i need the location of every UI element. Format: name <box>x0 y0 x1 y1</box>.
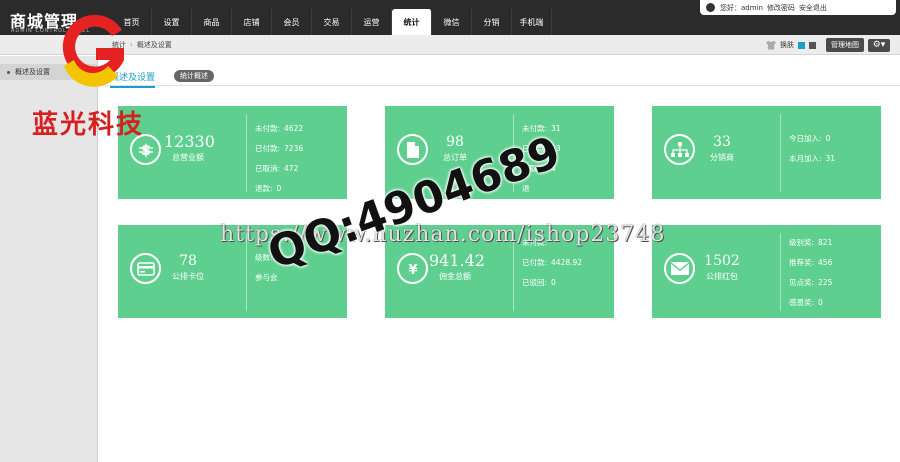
nav-item[interactable]: 设置 <box>152 9 192 35</box>
user-greeting: 您好：admin <box>720 3 763 12</box>
nav-item[interactable]: 微信 <box>432 9 472 35</box>
stat-value: 4428.92 <box>551 258 583 267</box>
brand-logo-text: 蓝光科技 <box>32 110 145 140</box>
money-icon: ¥ <box>397 253 428 284</box>
stat-row: 退款: 0 <box>255 179 303 199</box>
sub-bar: 统计 › 概述及设置 换肤 管理地图 ⚙▾ <box>0 35 900 55</box>
skin-swatch-blue[interactable] <box>798 41 805 49</box>
card-stats: 级别奖: 821 推荐奖: 456 见点奖: 225 感恩奖: 0 <box>789 233 832 313</box>
stat-value: 31 <box>825 154 836 163</box>
card-label: 总营业额 <box>172 153 204 162</box>
stat-value: 225 <box>818 278 833 287</box>
breadcrumb-item: 概述及设置 <box>136 41 172 49</box>
sitemap-button[interactable]: 管理地图 <box>826 38 864 52</box>
org-chart-icon <box>664 134 695 165</box>
card-divider <box>246 114 247 192</box>
card-value: 941.42 <box>429 251 485 270</box>
stat-key: 见点奖: <box>789 278 815 287</box>
card-divider <box>780 114 781 192</box>
stat-row: 感恩奖: 0 <box>789 293 832 313</box>
card-value: 1502 <box>704 253 740 269</box>
settings-button[interactable]: ⚙▾ <box>868 38 890 52</box>
stat-value: 4622 <box>284 124 304 133</box>
stat-row: 已付款: 7236 <box>255 139 303 159</box>
stat-row: 已驳回: 0 <box>522 273 582 293</box>
stat-row: 推荐奖: 456 <box>789 253 832 273</box>
stat-row: 今日加入: 0 <box>789 129 835 149</box>
stat-value: 7236 <box>284 144 304 153</box>
stat-row: 见点奖: 225 <box>789 273 832 293</box>
document-icon <box>397 134 428 165</box>
stat-key: 已付款: <box>255 144 281 153</box>
nav-item[interactable]: 运营 <box>352 9 392 35</box>
stat-value: 456 <box>818 258 833 267</box>
nav-item[interactable]: 店铺 <box>232 9 272 35</box>
stat-row: 未付款: 4622 <box>255 119 303 139</box>
card-divider <box>780 233 781 311</box>
stat-value: 821 <box>818 238 833 247</box>
nav-item[interactable]: 统计 <box>392 9 432 35</box>
card-value: 12330 <box>164 132 215 151</box>
card-stats: 今日加入: 0 本月加入: 31 <box>789 129 835 169</box>
card-label: 公排卡位 <box>172 272 204 281</box>
card-label: 分销商 <box>710 153 734 162</box>
envelope-icon <box>664 253 695 284</box>
stat-value: 0 <box>825 134 831 143</box>
card-value: 78 <box>179 253 197 269</box>
card-value: 33 <box>713 134 731 150</box>
logout-link[interactable]: 安全退出 <box>799 3 827 13</box>
tab-stat-overview[interactable]: 统计概述 <box>174 70 214 82</box>
stat-value: 0 <box>276 184 282 193</box>
card-total-revenue: $ 12330 总营业额 未付款: 4622 已付款: 7236 已取消: 472 退… <box>118 106 347 199</box>
sub-tools: 换肤 管理地图 ⚙▾ <box>766 38 890 52</box>
stat-key: 参与会 <box>255 273 278 282</box>
stat-value: 0 <box>551 278 556 287</box>
nav-item[interactable]: 分销 <box>472 9 512 35</box>
stat-value: 472 <box>284 164 299 173</box>
stat-key: 感恩奖: <box>789 298 815 307</box>
stat-key: 已付款: <box>522 258 548 267</box>
shirt-icon[interactable] <box>766 40 776 50</box>
stat-row: 级别奖: 821 <box>789 233 832 253</box>
main-nav: 首页 设置 商品 店铺 会员 交易 运营 统计 微信 分销 手机端 <box>112 9 552 35</box>
stat-value: 31 <box>551 124 561 133</box>
svg-text:$: $ <box>140 141 150 159</box>
skin-swatch-dark[interactable] <box>809 41 816 49</box>
top-bar: 商城管理 ADMIN CONTROL PANEL 首页 设置 商品 店铺 会员 交易 运营统… <box>0 0 900 35</box>
stat-key: 未付款: <box>255 124 281 133</box>
stat-key: 退款: <box>255 184 273 193</box>
stat-row: 已取消: 472 <box>255 159 303 179</box>
stat-row: 已付款: 4428.92 <box>522 253 582 273</box>
skin-label[interactable]: 换肤 <box>780 40 794 50</box>
card-distributors: 33 分销商 今日加入: 0 本月加入: 31 <box>652 106 881 199</box>
card-queue-redpacket: 1502 公排红包 级别奖: 821 推荐奖: 456 见点奖: 225 感恩奖: 0 <box>652 225 881 318</box>
stat-key: 级别奖: <box>789 238 815 247</box>
stat-row: 本月加入: 31 <box>789 149 835 169</box>
stat-key: 推荐奖: <box>789 258 815 267</box>
brand-logo-icon <box>52 8 134 90</box>
nav-item[interactable]: 会员 <box>272 9 312 35</box>
nav-item[interactable]: 交易 <box>312 9 352 35</box>
bullet-icon <box>7 70 10 74</box>
change-password-link[interactable]: 修改密码 <box>767 3 795 13</box>
divider <box>98 85 900 86</box>
gear-icon: ⚙▾ <box>872 40 886 50</box>
card-label: 公排红包 <box>706 272 738 281</box>
card-stats: 未付款: 4622 已付款: 7236 已取消: 472 退款: 0 <box>255 119 303 199</box>
sidebar-item-label: 概述及设置 <box>15 68 50 76</box>
user-box: 您好：admin 修改密码 安全退出 <box>700 0 896 15</box>
stat-key: 本月加入: <box>789 154 822 163</box>
card-value: 98 <box>446 134 464 150</box>
stat-key: 已驳回: <box>522 278 548 287</box>
credit-card-icon <box>130 253 161 284</box>
stat-value: 0 <box>818 298 823 307</box>
user-icon <box>706 3 715 12</box>
card-label: 佣金总额 <box>439 272 471 281</box>
stat-key: 今日加入: <box>789 134 822 143</box>
stat-key: 已取消: <box>255 164 281 173</box>
nav-item[interactable]: 商品 <box>192 9 232 35</box>
svg-text:¥: ¥ <box>408 263 417 277</box>
nav-item[interactable]: 手机端 <box>512 9 552 35</box>
